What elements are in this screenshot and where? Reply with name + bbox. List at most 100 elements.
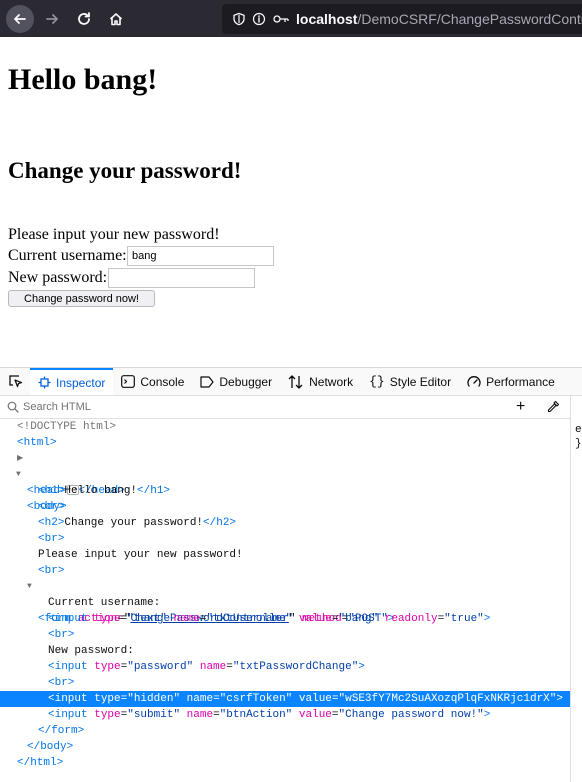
html-open-tag: <html> bbox=[17, 437, 57, 449]
tree-node-html-close[interactable]: </html> bbox=[0, 755, 570, 771]
h1-open-tag: <h1> bbox=[38, 485, 65, 497]
expand-triangle-icon[interactable]: ▶ bbox=[17, 451, 23, 467]
back-button[interactable] bbox=[6, 5, 34, 33]
newpass-text-node: New password: bbox=[48, 645, 134, 657]
input-open-tag: <input bbox=[48, 613, 88, 625]
tab-performance[interactable]: Performance bbox=[459, 368, 563, 395]
form-close-tag: </form> bbox=[38, 725, 85, 737]
home-button[interactable] bbox=[102, 5, 130, 33]
h1-close-tag: </h1> bbox=[137, 485, 171, 497]
br-tag: <br> bbox=[38, 533, 65, 545]
tree-node-form-close[interactable]: </form> bbox=[0, 723, 570, 739]
url-bar[interactable]: localhost/DemoCSRF/ChangePasswordContr bbox=[222, 4, 582, 34]
br-tag: <br> bbox=[48, 629, 75, 641]
attr-name: type bbox=[94, 709, 121, 721]
h2-open-tag: <h2> bbox=[38, 517, 65, 529]
tab-console[interactable]: Console bbox=[113, 368, 192, 395]
tab-debugger-label: Debugger bbox=[219, 374, 273, 389]
attr-value: "csrfToken" bbox=[219, 693, 293, 705]
forward-button[interactable] bbox=[38, 5, 66, 33]
tree-node-br[interactable]: <br> bbox=[0, 563, 570, 579]
rules-line: } bbox=[575, 438, 582, 450]
attr-name: name bbox=[186, 693, 214, 705]
tree-node-text[interactable]: Current username: bbox=[0, 595, 570, 611]
tree-node-head[interactable]: ▶ <head> ⋯ </head> bbox=[0, 451, 570, 497]
browser-toolbar: localhost/DemoCSRF/ChangePasswordContr bbox=[0, 0, 582, 37]
debugger-icon bbox=[200, 375, 214, 388]
tree-node-h1[interactable]: <h1>Hello bang!</h1> bbox=[0, 483, 570, 499]
input-open-tag: <input bbox=[48, 709, 88, 721]
rules-line: e bbox=[575, 424, 582, 436]
devtools-panel: Inspector Console Debugger Network {} St… bbox=[0, 367, 582, 782]
tree-node-doctype[interactable]: <!DOCTYPE html> bbox=[0, 419, 570, 435]
tree-node-text[interactable]: New password: bbox=[0, 643, 570, 659]
tree-node-html[interactable]: <html> bbox=[0, 435, 570, 451]
tag-close-bracket: > bbox=[556, 693, 563, 705]
tag-close-bracket: > bbox=[358, 661, 365, 673]
tab-debugger[interactable]: Debugger bbox=[192, 368, 280, 395]
tree-node-body-close[interactable]: </body> bbox=[0, 739, 570, 755]
body-close-tag: </body> bbox=[27, 741, 74, 753]
h2-close-tag: </h2> bbox=[203, 517, 237, 529]
tree-node-br[interactable]: <br> bbox=[0, 531, 570, 547]
reload-icon bbox=[78, 12, 90, 25]
tree-node-br[interactable]: <br> bbox=[0, 675, 570, 691]
attr-name: name bbox=[186, 709, 214, 721]
console-icon bbox=[121, 375, 136, 388]
collapse-triangle-icon[interactable]: ▼ bbox=[16, 467, 21, 483]
info-icon[interactable] bbox=[252, 12, 266, 26]
page-content: Hello bang! Change your password! Please… bbox=[0, 37, 582, 367]
attr-value: "password" bbox=[127, 661, 194, 673]
network-icon bbox=[288, 374, 303, 389]
style-editor-icon: {} bbox=[369, 374, 385, 389]
br-tag: <br> bbox=[38, 501, 65, 513]
new-password-input[interactable] bbox=[108, 268, 255, 288]
tree-node-input-username[interactable]: <input type="text" name="txtUsername" va… bbox=[0, 611, 570, 627]
element-picker-button[interactable] bbox=[0, 368, 30, 395]
search-html-input[interactable]: Search HTML bbox=[23, 401, 91, 413]
page-heading: Hello bang! bbox=[8, 63, 158, 96]
br-tag: <br> bbox=[48, 677, 75, 689]
rules-panel: e } bbox=[571, 396, 582, 782]
forward-arrow-icon bbox=[46, 14, 58, 24]
performance-icon bbox=[467, 375, 481, 387]
tree-node-body[interactable]: ▼ <body> bbox=[0, 467, 570, 513]
attr-name: value bbox=[298, 613, 332, 625]
attr-value: "hidden" bbox=[127, 693, 181, 705]
attr-name: value bbox=[298, 693, 332, 705]
tree-node-br[interactable]: <br> bbox=[0, 499, 570, 515]
tab-network-label: Network bbox=[309, 374, 354, 389]
attr-value: "text" bbox=[127, 613, 167, 625]
h1-text: Hello bang! bbox=[64, 485, 138, 497]
tab-style-editor[interactable]: {} Style Editor bbox=[361, 368, 459, 395]
tree-node-h2[interactable]: <h2>Change your password!</h2> bbox=[0, 515, 570, 531]
reload-button[interactable] bbox=[70, 5, 98, 33]
key-icon[interactable] bbox=[272, 12, 290, 26]
tree-node-form[interactable]: ▼ <form action="ChangePasswordController… bbox=[0, 579, 570, 625]
tree-node-text[interactable]: Please input your new password! bbox=[0, 547, 570, 563]
tree-node-br[interactable]: <br> bbox=[0, 627, 570, 643]
collapse-triangle-icon[interactable]: ▼ bbox=[27, 579, 32, 595]
eyedropper-icon[interactable] bbox=[546, 400, 560, 414]
tree-node-input-submit[interactable]: <input type="submit" name="btnAction" va… bbox=[0, 707, 570, 723]
change-password-button[interactable]: Change password now! bbox=[8, 290, 155, 307]
tree-node-input-hidden-selected[interactable]: <input type="hidden" name="csrfToken" va… bbox=[0, 691, 570, 707]
tree-node-input-password[interactable]: <input type="password" name="txtPassword… bbox=[0, 659, 570, 675]
doctype-text: <!DOCTYPE html> bbox=[17, 421, 117, 433]
attr-name: name bbox=[199, 661, 227, 673]
tab-inspector[interactable]: Inspector bbox=[30, 368, 114, 395]
shield-icon[interactable] bbox=[232, 12, 246, 26]
html-close-tag: </html> bbox=[17, 757, 64, 769]
prompt-text: Please input your new password! bbox=[8, 226, 220, 243]
attr-name: type bbox=[94, 693, 121, 705]
attr-name: readonly bbox=[384, 613, 438, 625]
back-arrow-icon bbox=[14, 14, 26, 24]
attr-name: name bbox=[173, 613, 200, 625]
input-open-tag: <input bbox=[48, 693, 88, 705]
devtools-tabbar: Inspector Console Debugger Network {} St… bbox=[0, 368, 582, 396]
username-label: Current username: bbox=[8, 247, 127, 264]
username-input[interactable]: bang bbox=[127, 246, 274, 266]
tab-network[interactable]: Network bbox=[280, 368, 361, 395]
url-text[interactable]: localhost/DemoCSRF/ChangePasswordContr bbox=[296, 11, 582, 27]
add-node-icon[interactable]: + bbox=[516, 398, 525, 416]
